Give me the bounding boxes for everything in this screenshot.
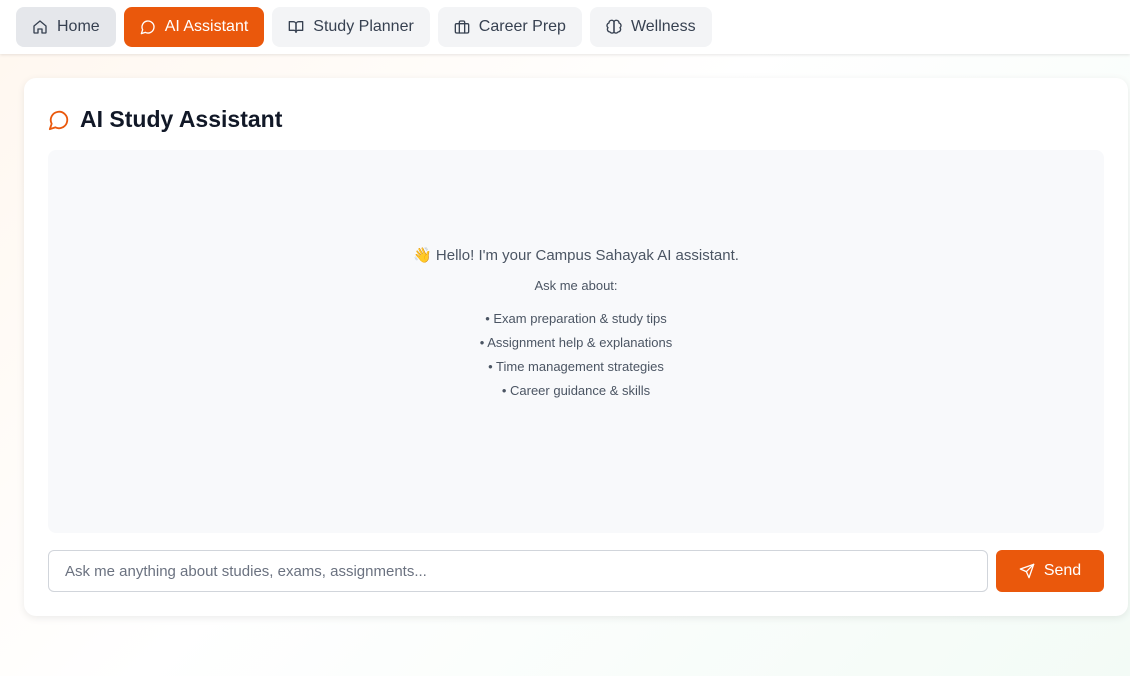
send-button[interactable]: Send — [996, 550, 1104, 592]
chat-messages-area: 👋 Hello! I'm your Campus Sahayak AI assi… — [48, 150, 1104, 533]
nav-wellness-label: Wellness — [630, 18, 696, 35]
card-header: AI Study Assistant — [48, 106, 282, 133]
nav-ai-assistant-button[interactable]: AI Assistant — [123, 7, 265, 47]
nav-study-planner-button[interactable]: Study Planner — [272, 7, 430, 47]
welcome-greeting: 👋 Hello! I'm your Campus Sahayak AI assi… — [413, 247, 739, 264]
nav-home-button[interactable]: Home — [16, 7, 116, 47]
book-icon — [288, 21, 304, 33]
chat-input[interactable] — [48, 550, 988, 592]
topic-item: • Career guidance & skills — [501, 383, 651, 398]
briefcase-icon — [454, 20, 470, 34]
assistant-card: AI Study Assistant 👋 Hello! I'm your Cam… — [24, 78, 1128, 616]
send-label: Send — [1043, 562, 1082, 579]
home-icon — [33, 20, 47, 34]
topic-item: • Assignment help & explanations — [479, 335, 673, 350]
nav-career-prep-label: Career Prep — [478, 18, 566, 35]
nav-wellness-button[interactable]: Wellness — [589, 7, 712, 47]
nav-home-label: Home — [57, 18, 100, 35]
ask-prompt: Ask me about: — [534, 278, 618, 293]
chat-input-row: Send — [48, 550, 1104, 592]
top-nav: Home AI Assistant Study Planner Career P… — [0, 0, 1130, 54]
welcome-message: 👋 Hello! I'm your Campus Sahayak AI assi… — [48, 246, 1104, 403]
chat-bubble-icon — [48, 110, 69, 130]
nav-study-planner-label: Study Planner — [313, 18, 414, 35]
topic-item: • Exam preparation & study tips — [485, 311, 667, 326]
nav-ai-assistant-label: AI Assistant — [164, 18, 249, 35]
topic-item: • Time management strategies — [488, 359, 664, 374]
page-title: AI Study Assistant — [80, 106, 283, 132]
chat-bubble-icon — [140, 20, 155, 35]
brain-icon — [606, 19, 622, 34]
send-icon — [1019, 563, 1035, 579]
nav-career-prep-button[interactable]: Career Prep — [437, 7, 582, 47]
